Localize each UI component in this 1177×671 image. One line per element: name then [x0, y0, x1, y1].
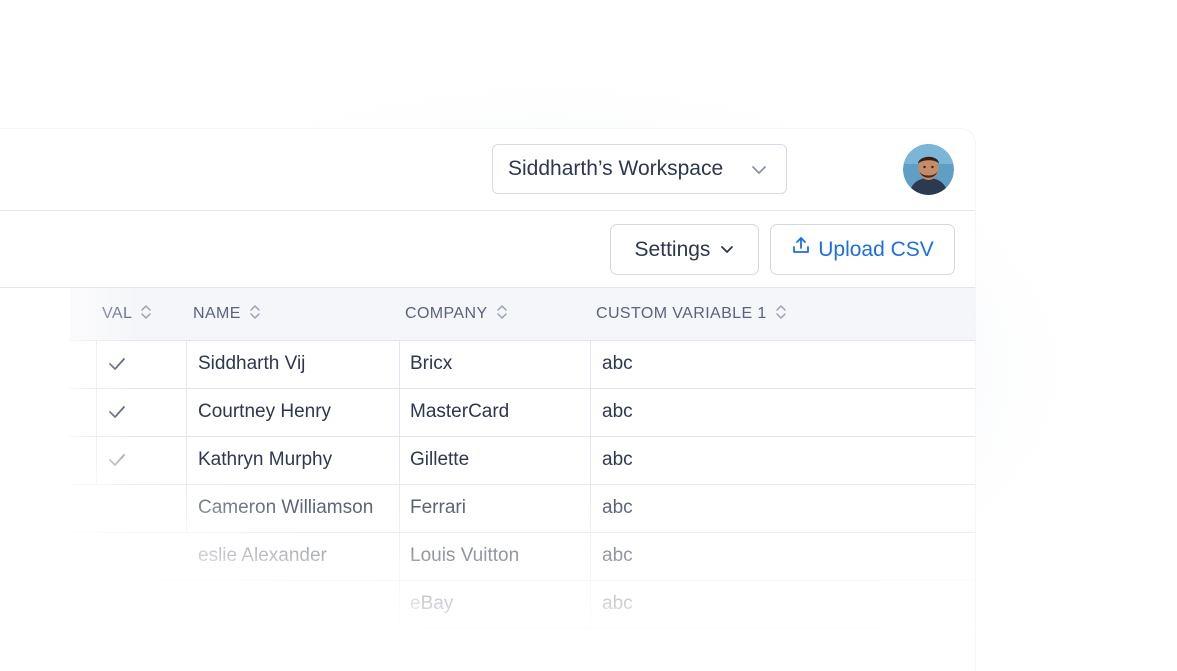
cell-divider	[96, 437, 97, 484]
custom-variable-cell: abc	[602, 545, 633, 566]
cell-divider	[399, 485, 400, 532]
custom-variable-cell: abc	[602, 353, 633, 374]
cell-divider	[186, 485, 187, 532]
workspace-selector[interactable]: Siddharth’s Workspace	[492, 144, 787, 194]
cell-divider	[590, 437, 591, 484]
check-icon	[108, 389, 138, 435]
company-cell: Louis Vuitton	[410, 545, 520, 566]
cell-divider	[96, 389, 97, 436]
cell-divider	[399, 581, 400, 628]
cell-divider	[399, 533, 400, 580]
table-row[interactable]: eslie Alexander Louis Vuitton abc	[70, 533, 975, 581]
table-row[interactable]: Courtney Henry MasterCard abc	[70, 389, 975, 437]
name-cell: Kathryn Murphy	[198, 449, 333, 470]
name-cell: Cameron Williamson	[198, 497, 374, 518]
custom-variable-cell: abc	[602, 401, 633, 422]
company-cell: Bricx	[410, 353, 453, 374]
cell-divider	[186, 341, 187, 388]
column-label: COMPANY	[405, 305, 488, 322]
upload-csv-button[interactable]: Upload CSV	[770, 224, 955, 275]
sort-icon[interactable]	[775, 303, 787, 326]
cell-divider	[590, 341, 591, 388]
cell-divider	[590, 533, 591, 580]
column-header-name[interactable]: NAME	[193, 288, 261, 340]
sort-icon[interactable]	[249, 303, 261, 326]
company-cell: eBay	[410, 593, 454, 614]
screenshot-stage: Siddharth’s Workspace Settings Upload CS…	[0, 0, 1177, 671]
column-label: VAL	[102, 305, 133, 322]
avatar[interactable]	[903, 144, 954, 195]
table-row[interactable]: eBay abc	[70, 581, 975, 629]
cell-divider	[399, 341, 400, 388]
company-cell: MasterCard	[410, 401, 510, 422]
check-icon	[108, 437, 138, 483]
column-label: NAME	[193, 305, 241, 322]
custom-variable-cell: abc	[602, 497, 633, 518]
cell-divider	[590, 581, 591, 628]
cell-divider	[590, 485, 591, 532]
column-label: CUSTOM VARIABLE 1	[596, 305, 767, 322]
check-icon	[108, 341, 138, 387]
settings-button[interactable]: Settings	[610, 224, 759, 275]
settings-label: Settings	[634, 237, 711, 261]
cell-divider	[399, 389, 400, 436]
name-cell: Siddharth Vij	[198, 353, 306, 374]
table-row[interactable]: Kathryn Murphy Gillette abc	[70, 437, 975, 485]
company-cell: Ferrari	[410, 497, 466, 518]
cell-divider	[186, 389, 187, 436]
column-header-custom-variable-1[interactable]: CUSTOM VARIABLE 1	[596, 288, 787, 340]
table-row[interactable]: Cameron Williamson Ferrari abc	[70, 485, 975, 533]
sort-icon[interactable]	[496, 303, 508, 326]
custom-variable-cell: abc	[602, 449, 633, 470]
cell-divider	[590, 389, 591, 436]
table-row[interactable]: Siddharth Vij Bricx abc	[70, 341, 975, 389]
chevron-down-icon	[750, 161, 768, 185]
upload-label: Upload CSV	[818, 237, 934, 261]
column-header-company[interactable]: COMPANY	[405, 288, 508, 340]
table-body: Siddharth Vij Bricx abc Courtney Henry M…	[70, 341, 975, 629]
sort-icon[interactable]	[140, 303, 152, 326]
workspace-label: Siddharth’s Workspace	[508, 157, 724, 180]
name-cell: eslie Alexander	[198, 545, 327, 566]
company-cell: Gillette	[410, 449, 470, 470]
table-header: VAL NAME COMPANY CUSTOM VARIABLE 1	[70, 288, 975, 341]
cell-divider	[399, 437, 400, 484]
column-header-val[interactable]: VAL	[102, 288, 152, 340]
table-toolbar: Settings Upload CSV	[0, 211, 975, 288]
cell-divider	[186, 437, 187, 484]
upload-icon	[791, 235, 811, 261]
chevron-down-icon	[720, 238, 734, 262]
top-bar: Siddharth’s Workspace	[0, 129, 975, 211]
custom-variable-cell: abc	[602, 593, 633, 614]
name-cell: Courtney Henry	[198, 401, 332, 422]
app-panel: Siddharth’s Workspace Settings Upload CS…	[0, 129, 975, 671]
cell-divider	[96, 341, 97, 388]
